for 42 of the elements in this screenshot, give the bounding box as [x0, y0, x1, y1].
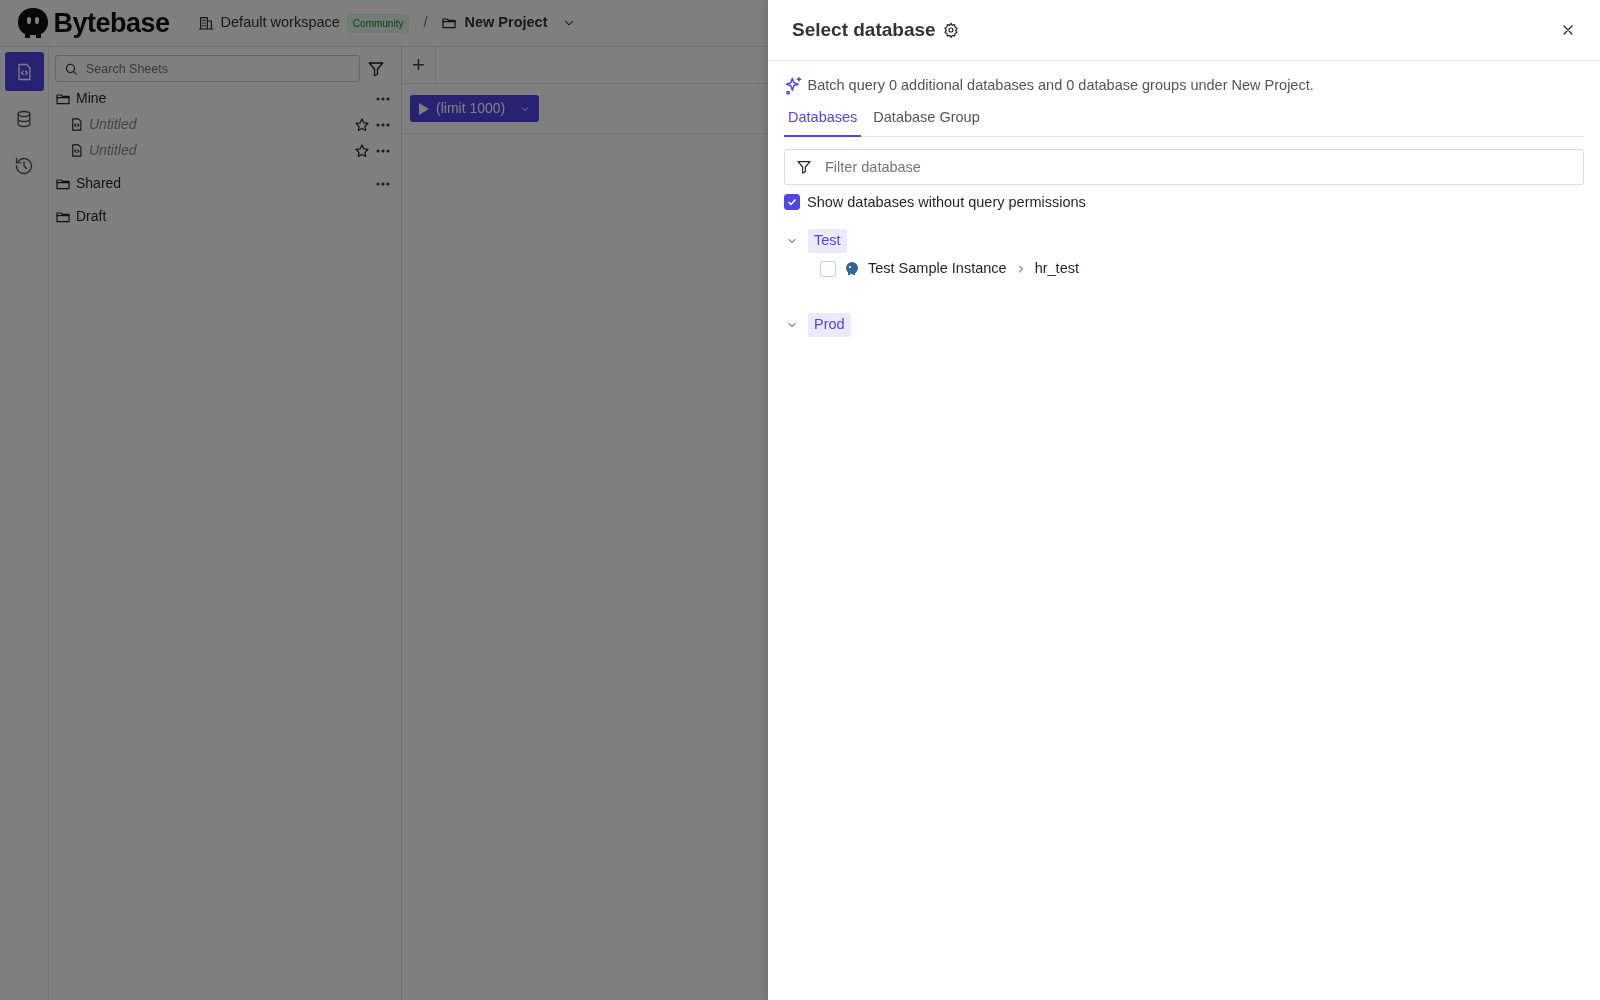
search-field[interactable]: Search Sheets [55, 55, 360, 82]
building-icon [197, 15, 214, 31]
star-icon[interactable] [354, 116, 370, 133]
checkbox-label: Show databases without query permissions [807, 192, 1086, 212]
folder-label[interactable]: Draft [76, 206, 391, 227]
star-icon[interactable] [354, 142, 370, 159]
logo-text: Bytebase [53, 6, 170, 40]
folder-icon [441, 15, 458, 31]
filter-field[interactable]: Filter database [784, 148, 1584, 185]
file-icon [69, 117, 84, 132]
folder-label[interactable]: Mine [76, 88, 370, 109]
more-icon[interactable] [375, 121, 391, 128]
checkbox[interactable] [784, 194, 800, 211]
environment-tag: Prod [808, 313, 851, 338]
info-text: Batch query 0 additional databases and 0 database groups under New Project. [807, 76, 1314, 95]
instance-name: Test Sample Instance [868, 259, 1007, 279]
more-icon[interactable] [375, 95, 391, 102]
history-icon [14, 155, 34, 176]
drawer-title: Select database [792, 17, 936, 42]
run-button[interactable]: (limit 1000) [410, 95, 540, 122]
more-icon[interactable] [375, 180, 391, 187]
play-icon [418, 101, 430, 116]
sheet-name[interactable]: Untitled [89, 140, 349, 161]
tab[interactable]: Database Group [869, 102, 984, 137]
sparkle-icon [784, 75, 804, 96]
sheet-name[interactable]: Untitled [89, 114, 349, 135]
project-name[interactable]: New Project [464, 12, 548, 34]
workspace-name[interactable]: Default workspace [220, 12, 340, 34]
database-name: hr_test [1034, 259, 1079, 279]
sheets-rail-button[interactable] [4, 52, 44, 91]
filter-icon[interactable] [367, 59, 385, 78]
file-icon [69, 143, 84, 158]
folder-label[interactable]: Shared [76, 173, 370, 194]
logo-icon [16, 6, 50, 40]
plan-badge: Community [346, 13, 410, 33]
add-tab-button[interactable]: + [402, 47, 436, 83]
tab[interactable]: Databases [784, 102, 862, 137]
search-icon [64, 62, 78, 76]
more-icon[interactable] [375, 147, 391, 154]
breadcrumb-separator: / [423, 13, 428, 33]
environment-tag: Test [808, 229, 847, 254]
settings-icon [942, 22, 959, 38]
